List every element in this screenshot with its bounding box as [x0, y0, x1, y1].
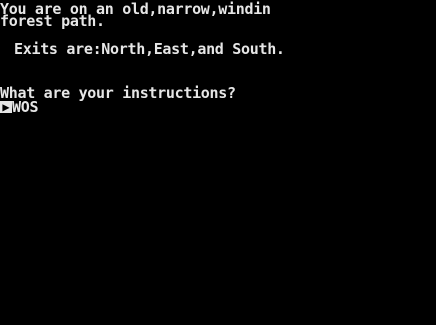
command-input-line[interactable]: ▶ WOS	[0, 99, 39, 114]
description-line-2: forest path.	[0, 12, 105, 30]
exits-text: Exits are:North,East,and South.	[14, 40, 285, 58]
game-screen[interactable]: You are on an old,narrow,windin forest p…	[0, 0, 436, 325]
cursor-icon: ▶	[0, 100, 12, 113]
command-input[interactable]: WOS	[12, 99, 39, 114]
